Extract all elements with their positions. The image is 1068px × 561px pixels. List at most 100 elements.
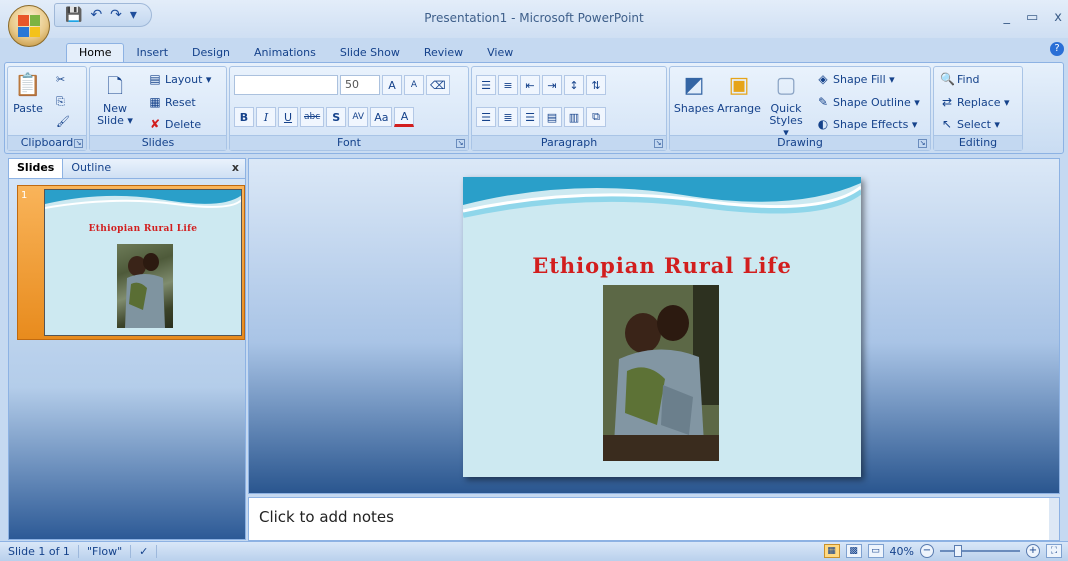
slide-sorter-icon[interactable]: ▩ — [845, 544, 862, 558]
select-button[interactable]: ↖ Select ▾ — [940, 117, 1000, 131]
zoom-in-button[interactable]: + — [1026, 544, 1040, 558]
bold-button[interactable]: B — [234, 107, 254, 127]
tab-slide-show[interactable]: Slide Show — [328, 44, 412, 62]
drawing-launcher-icon[interactable]: ↘ — [918, 139, 927, 148]
numbering-icon[interactable]: ≡ — [498, 75, 518, 95]
font-launcher-icon[interactable]: ↘ — [456, 139, 465, 148]
window-controls: _ ▭ x — [1004, 10, 1063, 25]
current-slide[interactable]: Ethiopian Rural Life — [463, 177, 861, 477]
paste-icon: 📋 — [14, 73, 42, 98]
quick-styles-button[interactable]: ▢ Quick Styles ▾ — [766, 71, 806, 139]
zoom-level[interactable]: 40% — [890, 545, 914, 558]
font-color-button[interactable]: A — [394, 107, 415, 127]
underline-button[interactable]: U — [278, 107, 298, 127]
zoom-slider-thumb[interactable] — [954, 545, 962, 557]
align-right-icon[interactable]: ☰ — [520, 107, 540, 127]
find-label: Find — [957, 72, 980, 86]
line-spacing-icon[interactable]: ↕ — [564, 75, 584, 95]
replace-button[interactable]: ⇄ Replace ▾ — [940, 95, 1010, 109]
slide-thumbnail-1[interactable]: 1 Ethiopian Rural Life — [17, 185, 245, 340]
panel-close-icon[interactable]: x — [232, 161, 239, 174]
align-left-icon[interactable]: ☰ — [476, 107, 496, 127]
columns-icon[interactable]: ▥ — [564, 107, 584, 127]
replace-label: Replace ▾ — [957, 95, 1010, 109]
shape-fill-icon: ◈ — [818, 72, 828, 86]
paste-button[interactable]: 📋 Paste — [12, 71, 44, 115]
maximize-button[interactable]: ▭ — [1026, 10, 1038, 25]
clear-formatting-icon[interactable]: ⌫ — [426, 75, 450, 95]
status-right: ▦ ▩ ▭ 40% − + ⛶ — [823, 544, 1062, 558]
tab-view[interactable]: View — [475, 44, 525, 62]
copy-icon[interactable]: ⎘ — [56, 95, 65, 109]
slide-photo-figure — [603, 285, 719, 461]
find-button[interactable]: 🔍 Find — [940, 72, 980, 86]
shape-outline-button[interactable]: ✎ Shape Outline ▾ — [816, 95, 920, 109]
replace-icon: ⇄ — [941, 95, 953, 109]
shape-effects-button[interactable]: ◐ Shape Effects ▾ — [816, 117, 918, 131]
notes-scrollbar[interactable] — [1049, 498, 1059, 540]
tab-design[interactable]: Design — [180, 44, 242, 62]
drawing-group-label: Drawing — [670, 135, 930, 150]
reset-button[interactable]: ▦ Reset — [148, 95, 196, 109]
new-slide-button[interactable]: 🗋 New Slide ▾ — [96, 71, 134, 127]
fit-to-window-icon[interactable]: ⛶ — [1046, 544, 1062, 558]
paragraph-launcher-icon[interactable]: ↘ — [654, 139, 663, 148]
minimize-button[interactable]: _ — [1004, 10, 1011, 25]
cut-icon[interactable]: ✂ — [56, 73, 65, 86]
tab-slides[interactable]: Slides — [9, 159, 64, 178]
spell-check-icon[interactable]: ✓ — [131, 545, 158, 558]
reset-label: Reset — [165, 95, 196, 109]
increase-indent-icon[interactable]: ⇥ — [542, 75, 562, 95]
delete-button[interactable]: ✘ Delete — [148, 117, 201, 131]
change-case-button[interactable]: Aa — [370, 107, 393, 127]
shrink-font-button[interactable]: A — [404, 75, 424, 95]
office-button[interactable] — [8, 5, 50, 47]
ribbon: 📋 Paste ✂ ⎘ 🖌 Clipboard ↘ 🗋 New Slide ▾ … — [4, 62, 1064, 154]
justify-icon[interactable]: ▤ — [542, 107, 562, 127]
paragraph-group: ☰ ≡ ⇤ ⇥ ↕ ⇅ ☰ ≣ ☰ ▤ ▥ ⧉ Paragraph ↘ — [471, 66, 667, 151]
font-group: 50 A A ⌫ B I U abc S AV Aa A Font ↘ — [229, 66, 469, 151]
thumbnail-title: Ethiopian Rural Life — [88, 224, 198, 234]
shapes-button[interactable]: ◩ Shapes — [674, 71, 714, 115]
help-icon[interactable]: ? — [1050, 42, 1064, 56]
slide-title[interactable]: Ethiopian Rural Life — [463, 253, 861, 278]
normal-view-icon[interactable]: ▦ — [823, 544, 840, 558]
tab-animations[interactable]: Animations — [242, 44, 328, 62]
char-spacing-button[interactable]: AV — [348, 107, 369, 127]
italic-button[interactable]: I — [256, 107, 276, 127]
panel-tabs: Slides Outline — [9, 159, 245, 179]
zoom-slider[interactable] — [940, 545, 1020, 557]
shadow-button[interactable]: S — [326, 107, 347, 127]
text-direction-icon[interactable]: ⇅ — [586, 75, 606, 95]
format-painter-icon[interactable]: 🖌 — [56, 115, 70, 128]
font-size-combo[interactable]: 50 — [340, 75, 380, 95]
shape-fill-button[interactable]: ◈ Shape Fill ▾ — [816, 72, 894, 86]
clipboard-launcher-icon[interactable]: ↘ — [74, 139, 83, 148]
slide-show-icon[interactable]: ▭ — [867, 544, 884, 558]
arrange-button[interactable]: ▣ Arrange — [716, 71, 762, 115]
tab-insert[interactable]: Insert — [124, 44, 180, 62]
editing-group: 🔍 Find ⇄ Replace ▾ ↖ Select ▾ Editing — [933, 66, 1023, 151]
delete-icon: ✘ — [149, 117, 161, 131]
slide-editor: Ethiopian Rural Life — [248, 158, 1060, 494]
notes-pane[interactable]: Click to add notes — [248, 497, 1060, 541]
strikethrough-button[interactable]: abc — [300, 107, 325, 127]
reset-icon: ▦ — [149, 95, 161, 109]
slide-photo[interactable] — [603, 285, 719, 461]
slide-wave-decoration — [463, 177, 861, 218]
shape-effects-label: Shape Effects ▾ — [833, 117, 918, 131]
layout-button[interactable]: ▤ Layout ▾ — [148, 72, 211, 86]
thumbnail-photo-figure — [125, 253, 165, 328]
zoom-out-button[interactable]: − — [920, 544, 934, 558]
smartart-icon[interactable]: ⧉ — [586, 107, 606, 127]
decrease-indent-icon[interactable]: ⇤ — [520, 75, 540, 95]
tab-home[interactable]: Home — [66, 43, 125, 62]
tab-review[interactable]: Review — [412, 44, 475, 62]
tab-outline[interactable]: Outline — [63, 159, 119, 178]
close-button[interactable]: x — [1054, 10, 1062, 25]
font-name-combo[interactable] — [234, 75, 338, 95]
bullets-icon[interactable]: ☰ — [476, 75, 496, 95]
align-center-icon[interactable]: ≣ — [498, 107, 518, 127]
grow-font-button[interactable]: A — [382, 75, 402, 95]
clipboard-group: 📋 Paste ✂ ⎘ 🖌 Clipboard ↘ — [7, 66, 87, 151]
